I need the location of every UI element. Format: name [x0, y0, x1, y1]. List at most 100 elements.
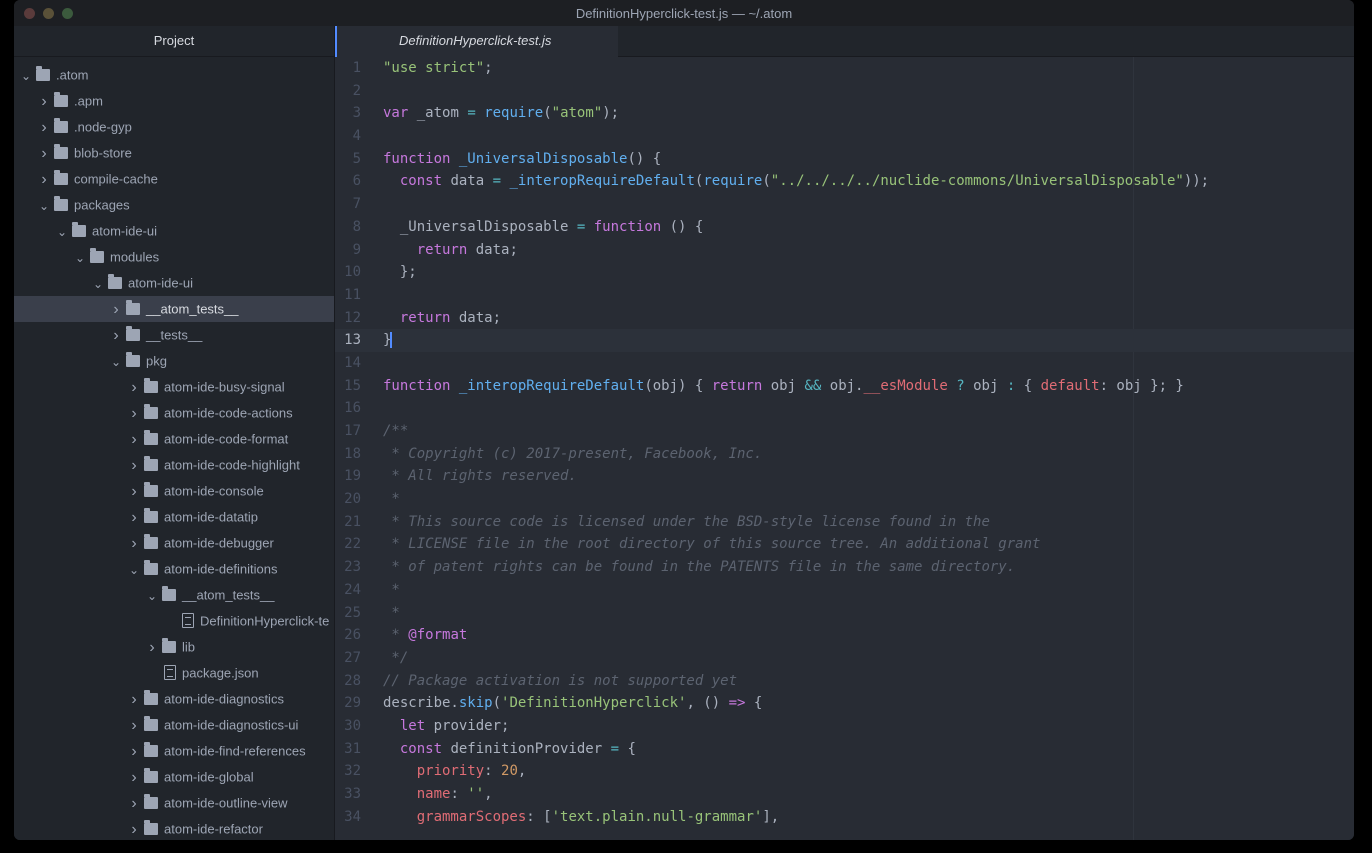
- chevron-right-icon[interactable]: ›: [126, 531, 142, 557]
- code-line[interactable]: 7: [335, 193, 1354, 216]
- tree-folder-item[interactable]: › atom-ide-outline-view: [14, 790, 334, 816]
- code-line[interactable]: 6 const data = _interopRequireDefault (re…: [335, 170, 1354, 193]
- chevron-right-icon[interactable]: ›: [126, 687, 142, 713]
- chevron-down-icon[interactable]: ⌄: [54, 219, 70, 245]
- code-line[interactable]: 26 * @format: [335, 624, 1354, 647]
- code-line[interactable]: 34 grammarScopes: ['text.plain.null-gram…: [335, 806, 1354, 829]
- chevron-down-icon[interactable]: ⌄: [144, 583, 160, 609]
- code-line[interactable]: 2: [335, 80, 1354, 103]
- chevron-right-icon[interactable]: ›: [126, 375, 142, 401]
- tree-folder-item[interactable]: ⌄ atom-ide-ui: [14, 270, 334, 296]
- code-editor[interactable]: 1 "use strict"; 2 3 var _atom = require("ato…: [335, 57, 1354, 840]
- tree-folder-item[interactable]: ⌄ atom-ide-ui: [14, 218, 334, 244]
- tree-item-label: __tests__: [146, 327, 203, 343]
- tree-folder-item[interactable]: › __atom_tests__: [14, 296, 334, 322]
- tree-folder-item[interactable]: › atom-ide-diagnostics: [14, 686, 334, 712]
- chevron-down-icon[interactable]: ⌄: [126, 557, 142, 583]
- project-panel-header[interactable]: Project: [14, 26, 334, 57]
- tree-folder-item[interactable]: › .apm: [14, 88, 334, 114]
- code-line[interactable]: 8 _UniversalDisposable = function () {: [335, 216, 1354, 239]
- chevron-right-icon[interactable]: ›: [36, 167, 52, 193]
- code-line[interactable]: 28 // Package activation is not supported…: [335, 670, 1354, 693]
- code-line[interactable]: 29 describe.skip('DefinitionHyperclick', …: [335, 692, 1354, 715]
- tab-definitionhyperclick-test[interactable]: DefinitionHyperclick-test.js: [335, 26, 618, 57]
- tree-folder-item[interactable]: ⌄ __atom_tests__: [14, 582, 334, 608]
- code-line[interactable]: 17 /**: [335, 420, 1354, 443]
- tree-folder-item[interactable]: › atom-ide-code-highlight: [14, 452, 334, 478]
- chevron-right-icon[interactable]: ›: [36, 115, 52, 141]
- chevron-down-icon[interactable]: ⌄: [36, 193, 52, 219]
- code-line[interactable]: 15 function _interopRequireDefault(obj) {…: [335, 375, 1354, 398]
- code-line[interactable]: 13}: [335, 329, 1354, 352]
- chevron-right-icon[interactable]: ›: [126, 791, 142, 817]
- tree-folder-item[interactable]: › atom-ide-busy-signal: [14, 374, 334, 400]
- tree-folder-item[interactable]: › lib: [14, 634, 334, 660]
- chevron-right-icon[interactable]: ›: [126, 479, 142, 505]
- chevron-down-icon[interactable]: ⌄: [72, 245, 88, 271]
- code-line[interactable]: 19 * All rights reserved.: [335, 465, 1354, 488]
- code-line[interactable]: 3 var _atom = require("atom");: [335, 102, 1354, 125]
- maximize-window-button[interactable]: [62, 8, 73, 19]
- code-line[interactable]: 27 */: [335, 647, 1354, 670]
- code-line[interactable]: 9 return data;: [335, 239, 1354, 262]
- tree-folder-item[interactable]: › .node-gyp: [14, 114, 334, 140]
- code-line[interactable]: 24 *: [335, 579, 1354, 602]
- code-line[interactable]: 11: [335, 284, 1354, 307]
- code-line[interactable]: 5 function _UniversalDisposable() {: [335, 148, 1354, 171]
- tree-folder-item[interactable]: › atom-ide-code-format: [14, 426, 334, 452]
- chevron-down-icon[interactable]: ⌄: [90, 271, 106, 297]
- tree-file-item[interactable]: DefinitionHyperclick-te: [14, 608, 334, 634]
- tree-folder-item[interactable]: › compile-cache: [14, 166, 334, 192]
- code-line[interactable]: 16: [335, 397, 1354, 420]
- code-line[interactable]: 14: [335, 352, 1354, 375]
- code-line[interactable]: 12 return data;: [335, 307, 1354, 330]
- code-line[interactable]: 1 "use strict";: [335, 57, 1354, 80]
- code-line[interactable]: 30 let provider;: [335, 715, 1354, 738]
- chevron-right-icon[interactable]: ›: [108, 297, 124, 323]
- tree-folder-item[interactable]: ⌄ atom-ide-definitions: [14, 556, 334, 582]
- tree-folder-item[interactable]: › atom-ide-global: [14, 764, 334, 790]
- tree-folder-item[interactable]: › atom-ide-refactor: [14, 816, 334, 840]
- chevron-right-icon[interactable]: ›: [36, 141, 52, 167]
- code-line[interactable]: 25 *: [335, 602, 1354, 625]
- tree-folder-item[interactable]: › blob-store: [14, 140, 334, 166]
- tree-folder-item[interactable]: › atom-ide-code-actions: [14, 400, 334, 426]
- chevron-down-icon[interactable]: ⌄: [108, 349, 124, 375]
- code-line[interactable]: 21 * This source code is licensed under …: [335, 511, 1354, 534]
- tree-folder-item[interactable]: › __tests__: [14, 322, 334, 348]
- chevron-right-icon[interactable]: ›: [126, 427, 142, 453]
- chevron-right-icon[interactable]: ›: [126, 505, 142, 531]
- tree-folder-item[interactable]: ⌄ packages: [14, 192, 334, 218]
- code-line[interactable]: 10 };: [335, 261, 1354, 284]
- chevron-right-icon[interactable]: ›: [144, 635, 160, 661]
- tree-file-item[interactable]: package.json: [14, 660, 334, 686]
- chevron-right-icon[interactable]: ›: [108, 323, 124, 349]
- tree-folder-item[interactable]: ⌄ .atom: [14, 62, 334, 88]
- chevron-right-icon[interactable]: ›: [36, 89, 52, 115]
- close-window-button[interactable]: [24, 8, 35, 19]
- code-line[interactable]: 4: [335, 125, 1354, 148]
- chevron-right-icon[interactable]: ›: [126, 817, 142, 840]
- tree-folder-item[interactable]: › atom-ide-debugger: [14, 530, 334, 556]
- chevron-right-icon[interactable]: ›: [126, 453, 142, 479]
- code-line[interactable]: 23 * of patent rights can be found in th…: [335, 556, 1354, 579]
- tree-folder-item[interactable]: ⌄ pkg: [14, 348, 334, 374]
- chevron-right-icon[interactable]: ›: [126, 765, 142, 791]
- chevron-right-icon[interactable]: ›: [126, 713, 142, 739]
- chevron-right-icon[interactable]: ›: [126, 401, 142, 427]
- tree-folder-item[interactable]: › atom-ide-diagnostics-ui: [14, 712, 334, 738]
- code-line[interactable]: 32 priority: 20,: [335, 760, 1354, 783]
- minimize-window-button[interactable]: [43, 8, 54, 19]
- code-line[interactable]: 31 const definitionProvider = {: [335, 738, 1354, 761]
- tree-folder-item[interactable]: › atom-ide-console: [14, 478, 334, 504]
- chevron-down-icon[interactable]: ⌄: [18, 63, 34, 89]
- tree-folder-item[interactable]: ⌄ modules: [14, 244, 334, 270]
- chevron-right-icon[interactable]: ›: [126, 739, 142, 765]
- tree-folder-item[interactable]: › atom-ide-datatip: [14, 504, 334, 530]
- code-line[interactable]: 33 name: '',: [335, 783, 1354, 806]
- code-line[interactable]: 20 *: [335, 488, 1354, 511]
- window-title: DefinitionHyperclick-test.js — ~/.atom: [575, 5, 793, 21]
- code-line[interactable]: 18 * Copyright (c) 2017-present, Faceboo…: [335, 443, 1354, 466]
- tree-folder-item[interactable]: › atom-ide-find-references: [14, 738, 334, 764]
- code-line[interactable]: 22 * LICENSE file in the root directory …: [335, 533, 1354, 556]
